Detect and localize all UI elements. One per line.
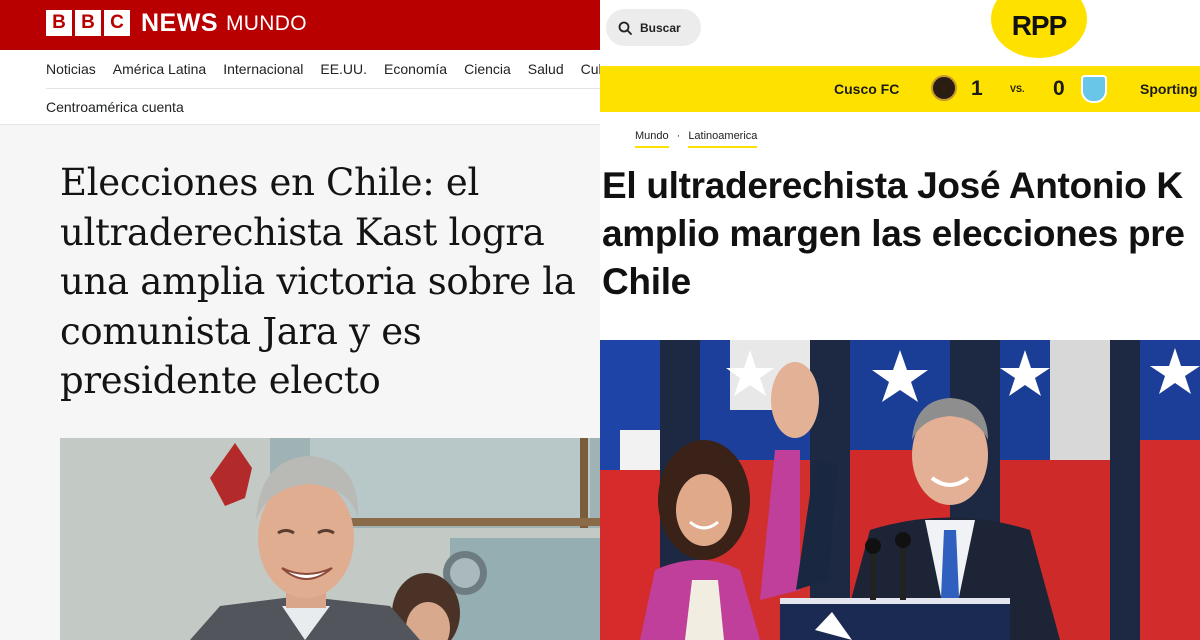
nav-item-salud[interactable]: Salud bbox=[528, 61, 564, 77]
bbc-article-headline: Elecciones en Chile: el ultraderechista … bbox=[60, 161, 576, 402]
breadcrumb-latinoamerica[interactable]: Latinoamerica bbox=[688, 130, 758, 148]
sporting-cristal-crest-icon bbox=[1081, 75, 1107, 103]
bbc-logo-block: B bbox=[75, 10, 101, 36]
bbc-brand-mundo: MUNDO bbox=[226, 12, 307, 35]
rpp-logo-text: RPP bbox=[1011, 10, 1068, 41]
search-icon bbox=[618, 21, 632, 35]
search-button[interactable]: Buscar bbox=[606, 9, 701, 46]
home-team-score: 1 bbox=[971, 77, 983, 100]
rpp-article-photo bbox=[600, 340, 1200, 640]
headline-line: El ultraderechista José Antonio K bbox=[602, 165, 1183, 206]
breadcrumb-separator: · bbox=[676, 130, 681, 142]
breadcrumb-mundo[interactable]: Mundo bbox=[635, 130, 669, 148]
bbc-logo-block: C bbox=[104, 10, 130, 36]
bbc-logo[interactable]: B B C bbox=[46, 10, 130, 36]
rpp-article-headline: El ultraderechista José Antonio K amplio… bbox=[602, 162, 1200, 306]
bbc-article-photo bbox=[60, 438, 600, 640]
kast-smiling-photo bbox=[60, 438, 600, 640]
headline-line: Chile bbox=[602, 261, 691, 302]
bbc-masthead: B B C NEWS MUNDO bbox=[0, 0, 600, 50]
nav-item-eeuu[interactable]: EE.UU. bbox=[320, 61, 367, 77]
breadcrumb: Mundo · Latinoamerica bbox=[635, 130, 758, 148]
live-scoreboard[interactable]: Cusco FC 1 VS. 0 Sporting bbox=[600, 66, 1200, 112]
nav-item-internacional[interactable]: Internacional bbox=[223, 61, 303, 77]
bbc-navigation: Noticias América Latina Internacional EE… bbox=[0, 50, 600, 125]
headline-line: amplio margen las elecciones pre bbox=[602, 213, 1185, 254]
rpp-logo[interactable]: RPP bbox=[991, 0, 1087, 58]
cusco-fc-crest-icon bbox=[931, 75, 957, 101]
away-team-score: 0 bbox=[1053, 77, 1065, 100]
nav-item-economia[interactable]: Economía bbox=[384, 61, 447, 77]
nav-item-america-latina[interactable]: América Latina bbox=[113, 61, 206, 77]
victory-stage-photo bbox=[600, 340, 1200, 640]
nav-item-centroamerica-cuenta[interactable]: Centroamérica cuenta bbox=[46, 99, 184, 115]
rpp-article-screenshot: Buscar RPP Cusco FC 1 VS. 0 Sporting Mun… bbox=[600, 0, 1200, 640]
nav-item-cultura[interactable]: Cul bbox=[581, 61, 600, 77]
versus-label: VS. bbox=[1010, 84, 1025, 94]
nav-item-noticias[interactable]: Noticias bbox=[46, 61, 96, 77]
bbc-nav-row: Noticias América Latina Internacional EE… bbox=[46, 61, 600, 77]
nav-divider bbox=[46, 88, 600, 89]
away-team-name: Sporting bbox=[1140, 81, 1198, 97]
home-team-name: Cusco FC bbox=[834, 81, 900, 97]
bbc-brand-news: NEWS bbox=[141, 9, 218, 37]
bbc-logo-block: B bbox=[46, 10, 72, 36]
nav-item-ciencia[interactable]: Ciencia bbox=[464, 61, 511, 77]
bbc-mundo-article-screenshot: B B C NEWS MUNDO Noticias América Latina… bbox=[0, 0, 600, 640]
search-label: Buscar bbox=[640, 20, 681, 35]
